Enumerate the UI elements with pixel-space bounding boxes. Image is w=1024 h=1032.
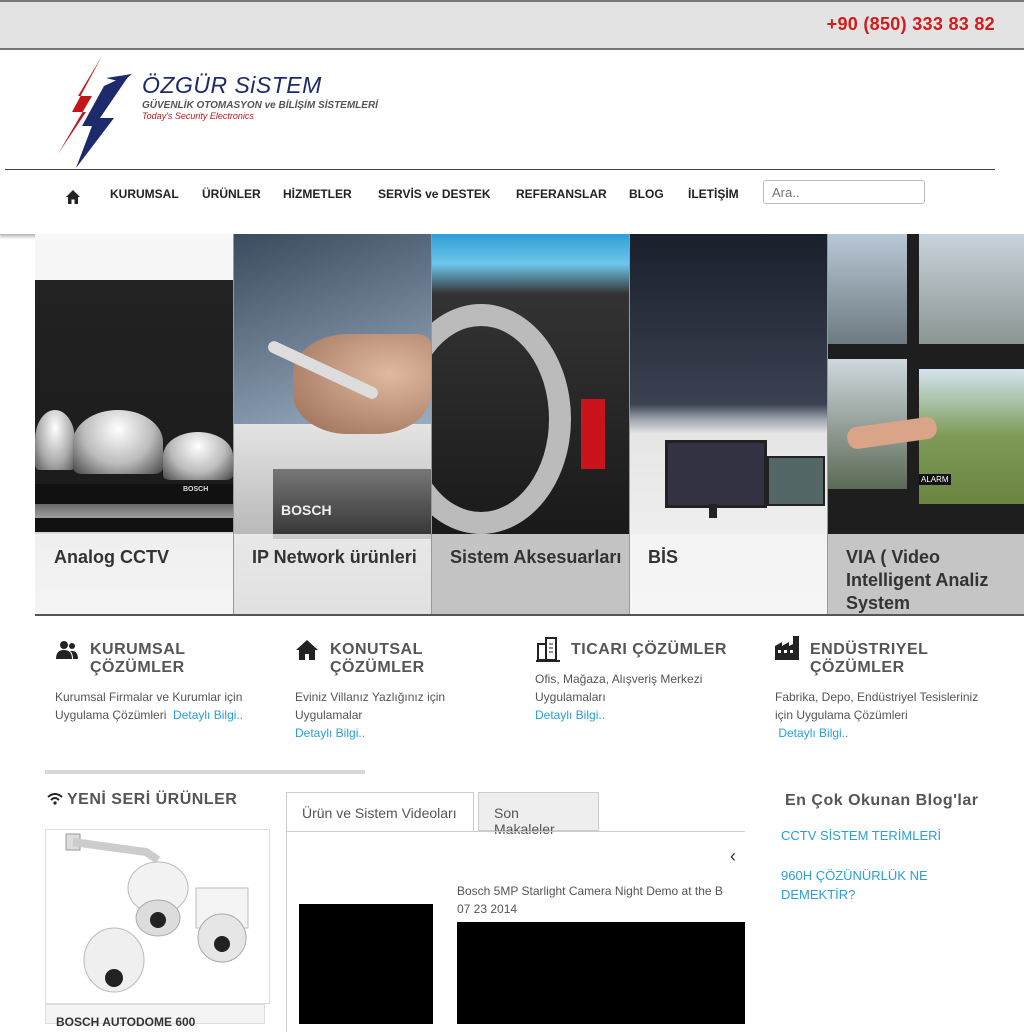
slide-label: VIA ( Video Intelligent Analiz System xyxy=(846,547,989,613)
nav-item-blog[interactable]: BLOG xyxy=(629,187,664,201)
brand-name[interactable]: ÖZGÜR SiSTEM xyxy=(142,72,322,99)
slide-via[interactable]: ALARM VIA ( Video Intelligent Analiz Sys… xyxy=(827,234,1024,614)
nav-item-kurumsal[interactable]: KURUMSAL xyxy=(110,187,179,201)
blog-link[interactable]: CCTV SİSTEM TERİMLERİ xyxy=(781,826,971,845)
video-player[interactable] xyxy=(457,922,745,1024)
details-link[interactable]: Detaylı Bilgi.. xyxy=(535,708,605,722)
tab-videos[interactable]: Ürün ve Sistem Videoları xyxy=(286,792,474,832)
solution-title[interactable]: TICARI ÇÖZÜMLER xyxy=(571,641,751,659)
slide-sistem-aksesuarlari[interactable]: Sistem Aksesuarları xyxy=(431,234,629,614)
buildings-icon xyxy=(536,637,560,662)
slide-bis[interactable]: BİS xyxy=(629,234,827,614)
solution-title[interactable]: ENDÜSTRIYEL ÇÖZÜMLER xyxy=(810,641,960,677)
slide-label: IP Network ürünleri xyxy=(252,547,417,567)
wifi-icon xyxy=(47,793,63,805)
phone-number[interactable]: +90 (850) 333 83 82 xyxy=(827,14,995,35)
slide-label: Analog CCTV xyxy=(54,547,169,567)
chevron-left-icon[interactable]: ‹ xyxy=(730,846,736,867)
product-name[interactable]: BOSCH AUTODOME 600 xyxy=(45,1004,265,1029)
home-icon[interactable] xyxy=(66,190,80,204)
slide-label: BİS xyxy=(648,547,679,567)
new-products-title: YENİ SERİ ÜRÜNLER xyxy=(67,791,238,808)
solution-title[interactable]: KONUTSAL ÇÖZÜMLER xyxy=(330,641,460,677)
slide-brand-text: BOSCH xyxy=(183,486,209,493)
details-link[interactable]: Detaylı Bilgi.. xyxy=(778,726,848,740)
section-divider xyxy=(45,770,365,774)
product-image[interactable] xyxy=(45,829,270,1004)
home-icon xyxy=(296,640,318,660)
solution-title[interactable]: KURUMSAL ÇÖZÜMLER xyxy=(90,641,220,677)
solution-text: Ofis, Mağaza, Alışveriş Merkezi Uygulama… xyxy=(535,672,703,722)
category-slider: BOSCH Analog CCTV BOSCH IP Network ürünl… xyxy=(35,234,1024,616)
brand-slogan: Today's Security Electronics xyxy=(142,111,254,121)
nav-item-servis-destek[interactable]: SERVİS ve DESTEK xyxy=(378,187,491,201)
users-icon xyxy=(56,641,78,659)
nav-item-urunler[interactable]: ÜRÜNLER xyxy=(202,187,261,201)
slide-ip-network[interactable]: BOSCH IP Network ürünleri xyxy=(233,234,431,614)
blog-title: En Çok Okunan Blog'lar xyxy=(785,792,979,809)
nav-item-referanslar[interactable]: REFERANSLAR xyxy=(516,187,607,201)
solution-text: Fabrika, Depo, Endüstriyel Tesisleriniz … xyxy=(775,690,979,740)
video-date: 07 23 2014 xyxy=(457,902,518,916)
video-title[interactable]: Bosch 5MP Starlight Camera Night Demo at… xyxy=(457,884,745,898)
brand-tagline: GÜVENLİK OTOMASYON ve BİLİŞİM SİSTEMLERİ xyxy=(142,100,378,111)
search-input[interactable] xyxy=(763,180,925,204)
details-link[interactable]: Detaylı Bilgi.. xyxy=(173,708,243,722)
slide-analog-cctv[interactable]: BOSCH Analog CCTV xyxy=(35,234,233,614)
nav-item-iletisim[interactable]: İLETİŞİM xyxy=(688,187,739,201)
details-link[interactable]: Detaylı Bilgi.. xyxy=(295,726,365,740)
logo-icon[interactable] xyxy=(52,56,134,168)
blog-link[interactable]: 960H ÇÖZÜNÜRLÜK NE DEMEKTİR? xyxy=(781,866,951,904)
solution-text: Kurumsal Firmalar ve Kurumlar için Uygul… xyxy=(55,690,244,722)
tab-articles[interactable]: Son Makaleler xyxy=(478,792,599,837)
slide-label: Sistem Aksesuarları xyxy=(450,547,622,567)
nav-item-hizmetler[interactable]: HİZMETLER xyxy=(283,187,352,201)
solution-text: Eviniz Villanız Yazlığınız için Uygulama… xyxy=(295,690,446,740)
video-thumbnail[interactable] xyxy=(299,904,433,1024)
alarm-label: ALARM xyxy=(919,474,951,485)
factory-icon xyxy=(775,636,799,660)
